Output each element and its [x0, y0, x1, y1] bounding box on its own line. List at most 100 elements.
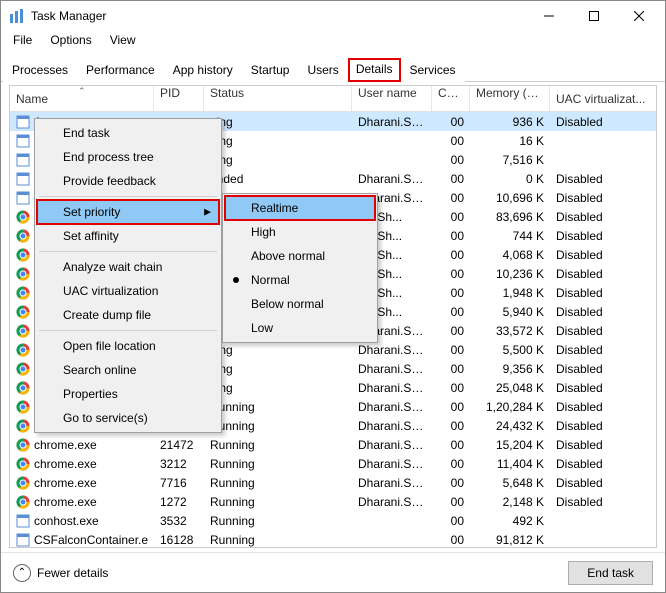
- col-header-user[interactable]: User name: [352, 86, 432, 111]
- process-status: ning: [204, 134, 352, 148]
- process-cpu: 00: [432, 115, 470, 129]
- process-icon: [16, 286, 30, 300]
- sort-ascending-icon: ⌃: [78, 86, 86, 97]
- process-status: Running: [204, 438, 352, 452]
- process-icon: [16, 153, 30, 167]
- process-memory: 5,940 K: [470, 305, 550, 319]
- process-pid: 16128: [154, 533, 204, 547]
- ctx-end-task[interactable]: End task: [37, 121, 219, 145]
- tab-performance[interactable]: Performance: [77, 58, 164, 82]
- process-uac: Disabled: [550, 191, 656, 205]
- bottom-bar: ⌃ Fewer details End task: [1, 552, 665, 592]
- tab-details[interactable]: Details: [348, 58, 401, 82]
- priority-submenu[interactable]: RealtimeHighAbove normalNormalBelow norm…: [222, 193, 378, 343]
- table-row[interactable]: chrome.exe21472RunningDharani.Sh...0015,…: [10, 435, 656, 454]
- process-memory: 4,068 K: [470, 248, 550, 262]
- process-icon: [16, 134, 30, 148]
- process-uac: Disabled: [550, 286, 656, 300]
- process-memory: 33,572 K: [470, 324, 550, 338]
- table-row[interactable]: chrome.exe7716RunningDharani.Sh...005,64…: [10, 473, 656, 492]
- priority-low[interactable]: Low: [225, 316, 375, 340]
- ctx-open-file-location[interactable]: Open file location: [37, 334, 219, 358]
- ctx-go-to-service-s-[interactable]: Go to service(s): [37, 406, 219, 430]
- ctx-set-affinity[interactable]: Set affinity: [37, 224, 219, 248]
- tab-processes[interactable]: Processes: [3, 58, 77, 82]
- process-name: chrome.exe: [34, 495, 97, 509]
- table-row[interactable]: chrome.exe3212RunningDharani.Sh...0011,4…: [10, 454, 656, 473]
- process-uac: Disabled: [550, 248, 656, 262]
- context-menu[interactable]: End taskEnd process treeProvide feedback…: [34, 118, 222, 433]
- ctx-search-online[interactable]: Search online: [37, 358, 219, 382]
- ctx-end-process-tree[interactable]: End process tree: [37, 145, 219, 169]
- process-status: ended: [204, 172, 352, 186]
- process-cpu: 00: [432, 134, 470, 148]
- process-icon: [16, 438, 30, 452]
- menu-options[interactable]: Options: [42, 31, 99, 51]
- ctx-set-priority[interactable]: Set priority▶: [37, 200, 219, 224]
- process-status: ning: [204, 115, 352, 129]
- process-icon: [16, 457, 30, 471]
- process-name: chrome.exe: [34, 438, 97, 452]
- process-cpu: 00: [432, 172, 470, 186]
- priority-below-normal[interactable]: Below normal: [225, 292, 375, 316]
- ctx-uac-virtualization[interactable]: UAC virtualization: [37, 279, 219, 303]
- table-row[interactable]: CSFalconContainer.e16128Running0091,812 …: [10, 530, 656, 547]
- process-status: Running: [204, 514, 352, 528]
- process-icon: [16, 248, 30, 262]
- process-memory: 1,948 K: [470, 286, 550, 300]
- process-cpu: 00: [432, 381, 470, 395]
- maximize-button[interactable]: [571, 1, 616, 31]
- close-button[interactable]: [616, 1, 661, 31]
- menu-view[interactable]: View: [102, 31, 144, 51]
- process-pid: 1272: [154, 495, 204, 509]
- process-uac: Disabled: [550, 305, 656, 319]
- ctx-provide-feedback[interactable]: Provide feedback: [37, 169, 219, 193]
- ctx-analyze-wait-chain[interactable]: Analyze wait chain: [37, 255, 219, 279]
- process-uac: Disabled: [550, 457, 656, 471]
- ctx-create-dump-file[interactable]: Create dump file: [37, 303, 219, 327]
- priority-above-normal[interactable]: Above normal: [225, 244, 375, 268]
- separator: [39, 251, 217, 252]
- process-user: Dharani.Sh...: [352, 457, 432, 471]
- tab-startup[interactable]: Startup: [242, 58, 299, 82]
- process-memory: 936 K: [470, 115, 550, 129]
- tab-users[interactable]: Users: [298, 58, 347, 82]
- col-header-pid[interactable]: PID: [154, 86, 204, 111]
- process-cpu: 00: [432, 153, 470, 167]
- table-row[interactable]: conhost.exe3532Running00492 K: [10, 511, 656, 530]
- ctx-properties[interactable]: Properties: [37, 382, 219, 406]
- priority-normal[interactable]: Normal: [225, 268, 375, 292]
- process-icon: [16, 305, 30, 319]
- process-status: Running: [204, 495, 352, 509]
- priority-realtime[interactable]: Realtime: [225, 196, 375, 220]
- process-uac: Disabled: [550, 476, 656, 490]
- fewer-details-toggle[interactable]: ⌃ Fewer details: [13, 564, 108, 582]
- priority-high[interactable]: High: [225, 220, 375, 244]
- col-header-memory[interactable]: Memory (a...: [470, 86, 550, 111]
- window-controls: [526, 1, 661, 31]
- process-user: Dharani.Sh...: [352, 400, 432, 414]
- process-cpu: 00: [432, 191, 470, 205]
- col-header-cpu[interactable]: CPU: [432, 86, 470, 111]
- process-cpu: 00: [432, 267, 470, 281]
- process-status: ning: [204, 153, 352, 167]
- process-status: Running: [204, 400, 352, 414]
- process-icon: [16, 400, 30, 414]
- process-uac: Disabled: [550, 210, 656, 224]
- process-user: Dharani.Sh...: [352, 419, 432, 433]
- process-memory: 10,696 K: [470, 191, 550, 205]
- process-uac: Disabled: [550, 400, 656, 414]
- col-header-uac[interactable]: UAC virtualizat...: [550, 92, 656, 106]
- table-row[interactable]: chrome.exe1272RunningDharani.Sh...002,14…: [10, 492, 656, 511]
- end-task-button[interactable]: End task: [568, 561, 653, 585]
- process-memory: 9,356 K: [470, 362, 550, 376]
- tab-services[interactable]: Services: [401, 58, 465, 82]
- tab-app-history[interactable]: App history: [164, 58, 242, 82]
- process-icon: [16, 343, 30, 357]
- process-memory: 25,048 K: [470, 381, 550, 395]
- col-header-status[interactable]: Status: [204, 86, 352, 111]
- minimize-button[interactable]: [526, 1, 571, 31]
- menu-file[interactable]: File: [5, 31, 40, 51]
- process-cpu: 00: [432, 305, 470, 319]
- process-cpu: 00: [432, 457, 470, 471]
